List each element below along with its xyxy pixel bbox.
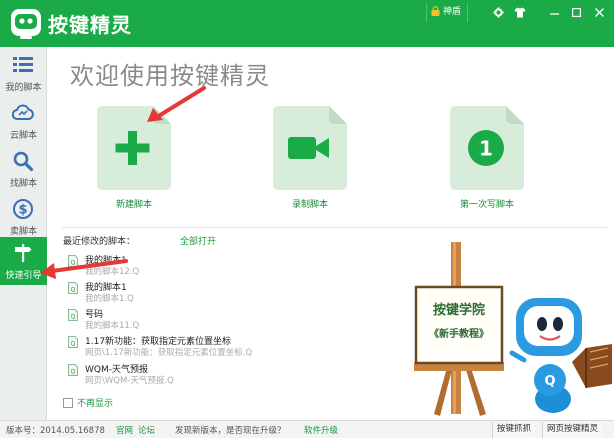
card-record-script[interactable] bbox=[273, 106, 347, 190]
gear-icon bbox=[492, 6, 504, 18]
svg-text:Q: Q bbox=[71, 260, 76, 267]
card-new-script[interactable] bbox=[97, 106, 171, 190]
card-label-new-script[interactable]: 新建脚本 bbox=[79, 197, 189, 210]
list-icon bbox=[13, 57, 33, 72]
divider bbox=[62, 227, 607, 228]
dollar-icon: $ bbox=[13, 199, 33, 219]
shield-button[interactable]: 神盾 bbox=[426, 3, 469, 22]
document-card-icon bbox=[273, 106, 347, 190]
svg-text:Q: Q bbox=[71, 287, 76, 294]
recent-script-item[interactable]: Q 我的脚本1 我的脚本12.Q bbox=[68, 253, 368, 279]
settings-button[interactable] bbox=[487, 3, 509, 21]
card-label-record-script[interactable]: 录制脚本 bbox=[255, 197, 365, 210]
title-bar: 按键精灵 神盾 bbox=[0, 0, 614, 47]
script-file-icon: Q bbox=[68, 282, 78, 294]
close-icon bbox=[594, 7, 604, 17]
checkbox-box[interactable] bbox=[63, 398, 73, 408]
svg-text:Q: Q bbox=[71, 341, 76, 348]
card-first-script[interactable]: 1 bbox=[450, 106, 524, 190]
upgrade-link[interactable]: 软件升级 bbox=[304, 424, 338, 436]
card-number: 1 bbox=[479, 137, 493, 161]
status-bar: 版本号：2014.05.16878 官网 论坛 发现新版本，是否现在升级？ 软件… bbox=[0, 420, 614, 438]
minimize-icon bbox=[549, 12, 559, 15]
capture-tool-button[interactable]: 按键抓抓 bbox=[492, 422, 536, 438]
svg-text:Q: Q bbox=[544, 374, 555, 389]
script-file-icon: Q bbox=[68, 255, 78, 267]
sidebar-item-my-scripts[interactable]: 我的脚本 bbox=[0, 49, 47, 97]
academy-title: 按键学院 bbox=[433, 302, 485, 318]
dont-show-again-checkbox[interactable]: 不再显示 bbox=[63, 396, 113, 409]
recent-script-item[interactable]: Q 1.17新功能：获取指定元素位置坐标 网页\1.17新功能：获取指定元素位置… bbox=[68, 334, 368, 360]
forum-link[interactable]: 论坛 bbox=[138, 424, 155, 436]
robot-mascot-icon: Q bbox=[509, 298, 612, 413]
academy-subtitle: 《新手教程》 bbox=[429, 327, 489, 340]
recent-scripts-title: 最近修改的脚本： bbox=[63, 237, 136, 247]
recent-script-item[interactable]: Q 我的脚本1 我的脚本1.Q bbox=[68, 280, 368, 306]
sidebar: 我的脚本 云脚本 找脚本 $ 卖脚本 快速引导 bbox=[0, 47, 47, 420]
recent-script-path: 我的脚本1.Q bbox=[85, 294, 134, 304]
maximize-icon bbox=[571, 7, 581, 17]
cloud-icon bbox=[12, 104, 34, 120]
maximize-button[interactable] bbox=[565, 3, 587, 21]
sidebar-item-label: 云脚本 bbox=[9, 131, 37, 141]
document-card-icon bbox=[97, 106, 171, 190]
script-file-icon: Q bbox=[68, 364, 78, 376]
app-title: 按键精灵 bbox=[48, 13, 132, 37]
svg-text:Q: Q bbox=[71, 314, 76, 321]
robot-logo-icon bbox=[11, 9, 41, 39]
search-icon bbox=[13, 151, 34, 172]
sidebar-item-sell-scripts[interactable]: $ 卖脚本 bbox=[0, 193, 47, 241]
sidebar-item-find-scripts[interactable]: 找脚本 bbox=[0, 145, 47, 193]
sidebar-item-quick-guide[interactable]: 快速引导 bbox=[0, 237, 47, 285]
shirt-icon bbox=[514, 7, 526, 17]
web-macro-button[interactable]: 网页按键精灵 bbox=[542, 422, 603, 438]
dont-show-again-label: 不再显示 bbox=[77, 399, 114, 409]
sidebar-item-label: 找脚本 bbox=[9, 179, 37, 189]
sidebar-item-label: 我的脚本 bbox=[5, 83, 42, 93]
recent-script-item[interactable]: Q WQM-天气预报 网页\WQM-天气预报.Q bbox=[68, 362, 368, 388]
recent-script-path: 我的脚本11.Q bbox=[85, 321, 140, 331]
sidebar-item-cloud-scripts[interactable]: 云脚本 bbox=[0, 97, 47, 145]
minimize-button[interactable] bbox=[543, 3, 565, 21]
card-label-first-script[interactable]: 第一次写脚本 bbox=[432, 197, 542, 210]
skin-button[interactable] bbox=[509, 3, 531, 21]
document-card-icon: 1 bbox=[450, 106, 524, 190]
version-text: 版本号：2014.05.16878 bbox=[6, 426, 105, 436]
close-button[interactable] bbox=[588, 3, 610, 21]
open-all-link[interactable]: 全部打开 bbox=[180, 234, 216, 247]
recent-script-item[interactable]: Q 号码 我的脚本11.Q bbox=[68, 307, 368, 333]
welcome-heading: 欢迎使用按键精灵 bbox=[70, 62, 270, 90]
script-file-icon: Q bbox=[68, 309, 78, 321]
recent-script-path: 我的脚本12.Q bbox=[85, 267, 140, 277]
svg-text:Q: Q bbox=[71, 369, 76, 376]
shield-label: 神盾 bbox=[443, 7, 462, 17]
academy-board: 按键学院 《新手教程》 bbox=[414, 285, 504, 365]
recent-script-path: 网页\WQM-天气预报.Q bbox=[85, 376, 174, 386]
lock-icon bbox=[431, 6, 440, 16]
script-file-icon: Q bbox=[68, 336, 78, 348]
recent-script-path: 网页\1.17新功能：获取指定元素位置坐标.Q bbox=[85, 348, 253, 358]
sidebar-item-label: 卖脚本 bbox=[9, 227, 37, 237]
academy-illustration[interactable]: 按键学院 《新手教程》 Q bbox=[408, 240, 614, 420]
svg-text:$: $ bbox=[18, 203, 27, 218]
website-link[interactable]: 官网 bbox=[116, 424, 133, 436]
sidebar-item-label: 快速引导 bbox=[5, 271, 42, 281]
update-notice: 发现新版本，是否现在升级？ bbox=[175, 426, 286, 436]
signpost-icon bbox=[15, 244, 32, 262]
